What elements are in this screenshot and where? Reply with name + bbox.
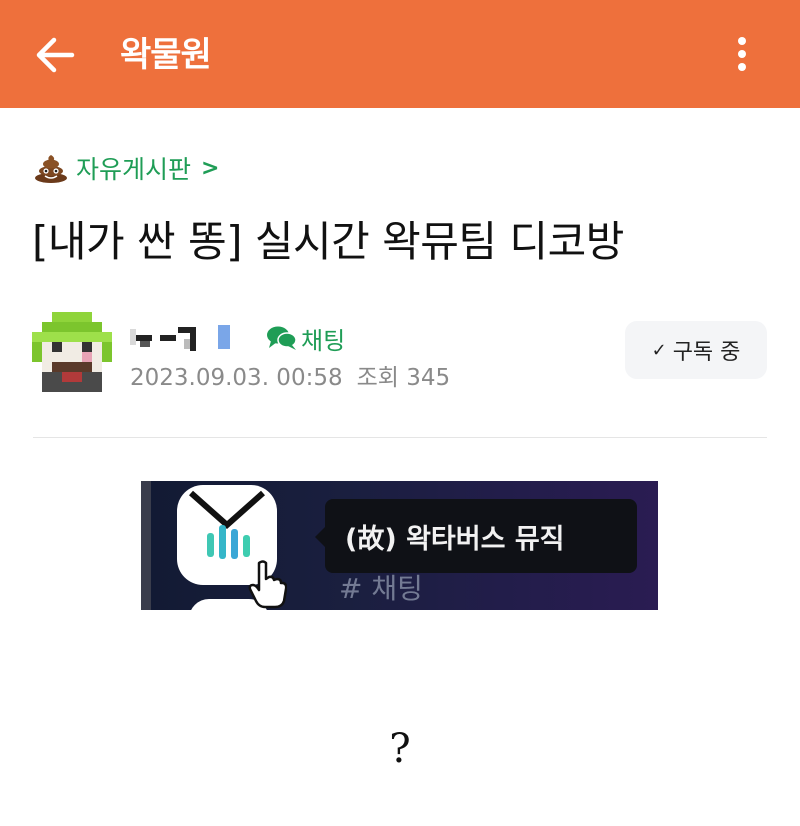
app-bar: 왁물원 — [0, 0, 800, 108]
board-name: 자유게시판 — [76, 155, 192, 184]
more-options-button[interactable] — [728, 32, 756, 78]
poop-emoji-icon — [35, 155, 67, 183]
post-body: ? — [389, 726, 411, 772]
author-nickname[interactable] — [130, 323, 240, 353]
views-label: 조회 — [356, 365, 399, 391]
chevron-right-icon: > — [201, 155, 220, 181]
board-breadcrumb[interactable]: 자유게시판 > — [34, 150, 219, 186]
hand-pointer-icon — [248, 560, 287, 609]
chat-label: 채팅 — [301, 326, 346, 355]
sidebar-strip — [141, 481, 151, 610]
post-title: [내가 싼 똥] 실시간 왁뮤팀 디코방 — [32, 217, 624, 266]
channel-label: # 채팅 — [339, 572, 423, 605]
author-row: 채팅 — [130, 320, 345, 356]
subscribe-button[interactable]: ✓ 구독 중 — [625, 321, 767, 379]
back-button[interactable] — [30, 30, 80, 80]
post-date: 2023.09.03. 00:58 — [130, 365, 343, 391]
chat-link[interactable]: 채팅 — [266, 321, 345, 356]
arrow-left-icon — [36, 37, 75, 73]
author-avatar[interactable] — [32, 312, 112, 392]
check-icon: ✓ — [651, 339, 667, 361]
post-meta: 2023.09.03. 00:58 조회 345 — [130, 358, 450, 392]
chat-bubble-icon — [267, 326, 297, 350]
more-vertical-icon — [728, 37, 756, 71]
views-count: 345 — [406, 365, 451, 391]
subscribe-label: 구독 중 — [672, 340, 741, 365]
post-image[interactable]: (故) 왁타버스 뮤직 # 채팅 — [141, 481, 658, 610]
app-title: 왁물원 — [120, 35, 212, 75]
server-tooltip: (故) 왁타버스 뮤직 — [315, 499, 637, 573]
divider — [33, 437, 767, 438]
